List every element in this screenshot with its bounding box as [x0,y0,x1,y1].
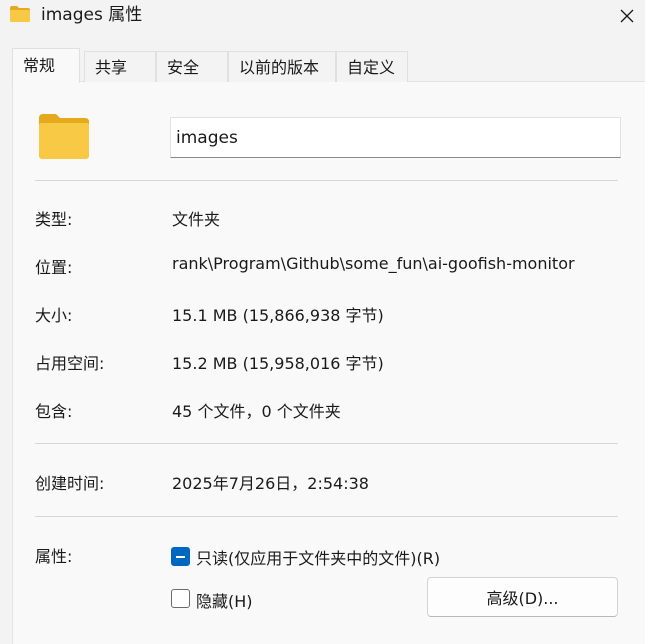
tab-general[interactable]: 常规 [12,48,80,83]
close-button[interactable] [609,0,645,32]
readonly-label[interactable]: 只读(仅应用于文件夹中的文件)(R) [196,545,440,569]
type-label: 类型: [35,210,73,229]
tab-previous-versions[interactable]: 以前的版本 [228,51,336,82]
disk-size-value: 15.2 MB (15,958,016 字节) [172,354,384,373]
folder-icon [10,6,30,22]
divider [35,443,618,444]
hidden-label[interactable]: 隐藏(H) [196,588,253,612]
folder-icon [39,114,89,159]
close-icon [620,9,634,23]
created-value: 2025年7月26日，2:54:38 [172,474,369,493]
divider [35,180,618,181]
readonly-checkbox[interactable] [171,547,190,566]
advanced-button[interactable]: 高级(D)... [427,577,618,617]
size-label: 大小: [35,306,73,325]
contains-label: 包含: [35,402,73,421]
tab-security[interactable]: 安全 [156,51,228,82]
tab-sharing[interactable]: 共享 [84,51,156,82]
created-label: 创建时间: [35,474,105,493]
type-value: 文件夹 [172,210,221,229]
title-bar: images 属性 [0,0,645,36]
divider [35,516,618,517]
size-value: 15.1 MB (15,866,938 字节) [172,306,384,325]
contains-value: 45 个文件，0 个文件夹 [172,402,341,421]
hidden-checkbox[interactable] [171,589,190,608]
folder-name-input[interactable] [170,117,621,158]
location-label: 位置: [35,258,73,277]
location-value: rank\Program\Github\some_fun\ai-goofish-… [172,254,575,273]
window-title: images 属性 [41,5,143,25]
attributes-label: 属性: [35,547,73,566]
disk-size-label: 占用空间: [35,354,105,373]
tab-customize[interactable]: 自定义 [336,51,408,82]
